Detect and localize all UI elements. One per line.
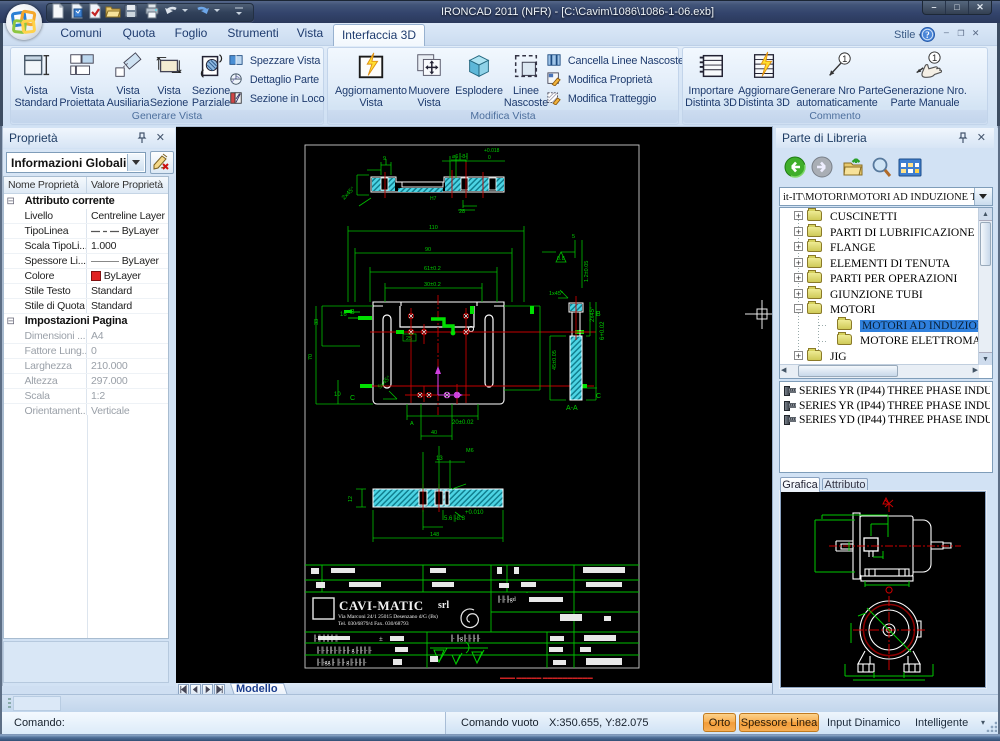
svg-text:12: 12 bbox=[348, 496, 354, 502]
svg-text:148: 148 bbox=[430, 532, 439, 538]
svg-text:90: 90 bbox=[425, 247, 431, 253]
svg-text:5.6╟8.3: 5.6╟8.3 bbox=[444, 514, 466, 522]
svg-text:40: 40 bbox=[431, 430, 437, 436]
svg-text:6+0.02: 6+0.02 bbox=[600, 321, 606, 340]
svg-text:16: 16 bbox=[340, 312, 347, 318]
svg-text:33: 33 bbox=[314, 319, 320, 325]
svg-text:A: A bbox=[410, 421, 414, 427]
svg-text:13: 13 bbox=[436, 456, 443, 462]
svg-text:A-A: A-A bbox=[566, 405, 578, 412]
svg-text:Via Marconi 24/1 25015 Desenza: Via Marconi 24/1 25015 Desenzano d/G (Bs… bbox=[338, 613, 438, 620]
svg-text:5: 5 bbox=[572, 234, 575, 240]
svg-text:10: 10 bbox=[334, 392, 341, 398]
svg-text:╟╟╟gd: ╟╟╟gd bbox=[497, 595, 516, 603]
svg-text:╟ ╟g╟╟╟╟: ╟ ╟g╟╟╟╟ bbox=[450, 634, 481, 642]
svg-text:2x45°: 2x45° bbox=[590, 306, 596, 322]
svg-text:1x45°: 1x45° bbox=[549, 291, 563, 297]
svg-text:╟╟gg╟ ╟╟ g╟╟╟╟: ╟╟gg╟ ╟╟ g╟╟╟╟ bbox=[316, 658, 367, 666]
svg-text:B: B bbox=[350, 309, 355, 316]
svg-text:2x45°: 2x45° bbox=[341, 186, 357, 202]
svg-text:C: C bbox=[350, 395, 355, 402]
svg-text:±: ± bbox=[379, 635, 383, 643]
svg-text:30±0.2: 30±0.2 bbox=[424, 282, 441, 288]
svg-text:H7: H7 bbox=[430, 196, 437, 202]
svg-text:0.8: 0.8 bbox=[557, 256, 565, 262]
svg-text:45±0.05: 45±0.05 bbox=[552, 350, 558, 370]
svg-text:61±0.2: 61±0.2 bbox=[424, 266, 441, 272]
svg-text:⌀6╟8╢: ⌀6╟8╢ bbox=[452, 153, 469, 160]
svg-text:+0.018: +0.018 bbox=[484, 148, 500, 154]
svg-text:Tel. 030/6879/4 Fax. 030/68793: Tel. 030/6879/4 Fax. 030/68793 bbox=[338, 621, 409, 627]
svg-text:M6: M6 bbox=[466, 448, 474, 454]
svg-text:1: 1 bbox=[932, 53, 937, 63]
svg-text:?: ? bbox=[925, 30, 930, 40]
svg-text:20±0.02: 20±0.02 bbox=[452, 420, 474, 426]
svg-text:9: 9 bbox=[383, 156, 386, 162]
svg-text:1.2±0.05: 1.2±0.05 bbox=[584, 261, 590, 282]
svg-text:0: 0 bbox=[488, 155, 491, 161]
svg-text:C: C bbox=[596, 393, 601, 400]
svg-text:CAVI-MATIC: CAVI-MATIC bbox=[339, 598, 424, 613]
svg-text:╟╟╟╟╟╟╟╟ g╟╟╟╟: ╟╟╟╟╟╟╟╟ g╟╟╟╟ bbox=[316, 646, 372, 654]
svg-text:╟╟╟╟╟╟: ╟╟╟╟╟╟ bbox=[313, 634, 339, 642]
svg-text:▬▬▬ ▬▬▬▬▬ ▬▬▬▬▬▬▬▬▬▬: ▬▬▬ ▬▬▬▬▬ ▬▬▬▬▬▬▬▬▬▬ bbox=[500, 675, 593, 681]
svg-text:110: 110 bbox=[429, 225, 438, 231]
svg-text:28: 28 bbox=[459, 209, 465, 215]
svg-text:B: B bbox=[596, 311, 601, 318]
svg-text:srl: srl bbox=[438, 600, 449, 611]
svg-text:70: 70 bbox=[308, 354, 314, 360]
svg-text:+0.010: +0.010 bbox=[465, 510, 484, 516]
svg-text:1: 1 bbox=[842, 54, 847, 64]
